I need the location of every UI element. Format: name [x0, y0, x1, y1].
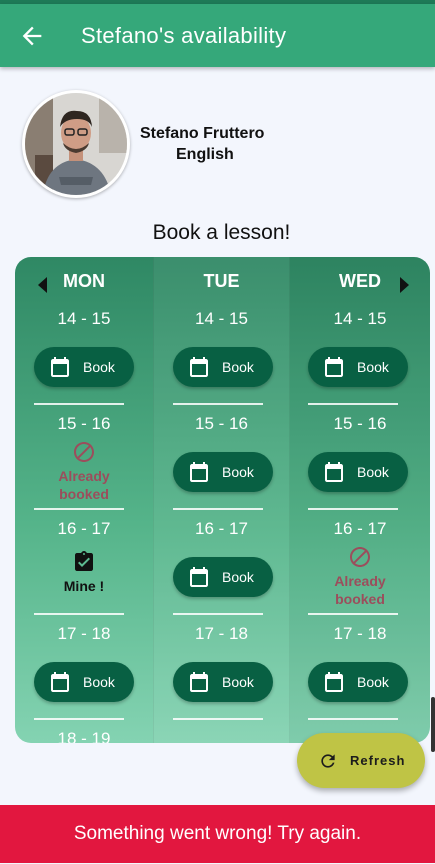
day-label: TUE — [203, 271, 240, 291]
already-booked-label: Already booked — [290, 572, 430, 608]
clipboard-check-icon — [75, 551, 93, 571]
slot-time: 15 - 16 — [333, 414, 387, 433]
refresh-icon — [321, 754, 335, 768]
block-icon — [350, 547, 370, 567]
book-button[interactable]: Book — [173, 347, 273, 387]
slot-time: 17 - 18 — [57, 624, 111, 643]
next-day-icon[interactable] — [400, 277, 409, 293]
book-button[interactable]: Book — [173, 557, 273, 597]
block-icon — [74, 442, 94, 462]
book-button[interactable]: Book — [34, 347, 134, 387]
scrollbar[interactable] — [431, 697, 435, 752]
divider — [34, 613, 124, 615]
book-label: Book — [222, 464, 254, 480]
page-title: Stefano's availability — [81, 23, 287, 48]
calendar-icon — [51, 357, 69, 377]
book-label: Book — [222, 359, 254, 375]
section-heading: Book a lesson! — [152, 221, 291, 244]
teacher-language: English — [176, 146, 234, 163]
refresh-button[interactable]: Refresh — [297, 733, 425, 788]
slot-time: 16 - 17 — [195, 519, 248, 538]
divider — [308, 718, 398, 720]
already-text: Already — [58, 468, 110, 484]
calendar-icon — [190, 462, 208, 482]
divider — [173, 718, 263, 720]
divider — [34, 718, 124, 720]
day-label: WED — [339, 271, 381, 291]
slot-time: 16 - 17 — [333, 519, 387, 538]
book-button[interactable]: Book — [308, 662, 408, 702]
slot-time: 17 - 18 — [333, 624, 387, 643]
arrow-left-icon[interactable] — [18, 22, 46, 50]
day-column-mon: MON 14 - 15 Book 15 - 16 Already booked 1… — [15, 257, 153, 743]
calendar-icon — [325, 462, 343, 482]
book-label: Book — [357, 359, 389, 375]
calendar-icon — [190, 567, 208, 587]
already-text: Already — [334, 573, 386, 589]
book-button[interactable]: Book — [173, 662, 273, 702]
divider — [34, 508, 124, 510]
error-snackbar: Something went wrong! Try again. — [0, 805, 435, 863]
calendar-icon — [190, 357, 208, 377]
slot-time: 16 - 17 — [57, 519, 111, 538]
book-button[interactable]: Book — [308, 347, 408, 387]
divider — [173, 508, 263, 510]
day-column-wed: WED 14 - 15 Book 15 - 16 Book 16 - 17 Al… — [290, 257, 430, 743]
slot-time: 14 - 15 — [195, 309, 248, 328]
book-label: Book — [222, 569, 254, 585]
day-column-tue: TUE 14 - 15 Book 15 - 16 Book 16 - 17 Bo… — [153, 257, 290, 743]
app-bar: Stefano's availability — [0, 4, 435, 67]
calendar-icon — [190, 672, 208, 692]
slot-time: 14 - 15 — [333, 309, 387, 328]
refresh-label: Refresh — [350, 753, 406, 768]
slot-time: 18 - 19 — [57, 729, 111, 743]
divider — [308, 403, 398, 405]
already-booked-label: Already booked — [15, 467, 153, 503]
divider — [173, 403, 263, 405]
book-button[interactable]: Book — [34, 662, 134, 702]
book-label: Book — [83, 359, 115, 375]
slot-time: 15 - 16 — [57, 414, 111, 433]
calendar-icon — [325, 672, 343, 692]
calendar-icon — [325, 357, 343, 377]
previous-day-icon[interactable] — [38, 277, 47, 293]
book-button[interactable]: Book — [173, 452, 273, 492]
book-button[interactable]: Book — [308, 452, 408, 492]
availability-calendar: MON 14 - 15 Book 15 - 16 Already booked 1… — [15, 257, 430, 743]
book-label: Book — [357, 464, 389, 480]
day-label: MON — [63, 271, 105, 291]
divider — [34, 403, 124, 405]
divider — [308, 613, 398, 615]
book-label: Book — [357, 674, 389, 690]
teacher-name: Stefano Fruttero — [140, 125, 265, 142]
mine-label: Mine ! — [63, 578, 105, 594]
divider — [308, 508, 398, 510]
slot-time: 15 - 16 — [195, 414, 248, 433]
booked-text: booked — [59, 486, 109, 502]
book-label: Book — [222, 674, 254, 690]
avatar — [22, 90, 130, 198]
slot-time: 14 - 15 — [57, 309, 111, 328]
calendar-icon — [51, 672, 69, 692]
divider — [173, 613, 263, 615]
booked-text: booked — [335, 591, 385, 607]
book-label: Book — [83, 674, 115, 690]
slot-time: 17 - 18 — [195, 624, 248, 643]
